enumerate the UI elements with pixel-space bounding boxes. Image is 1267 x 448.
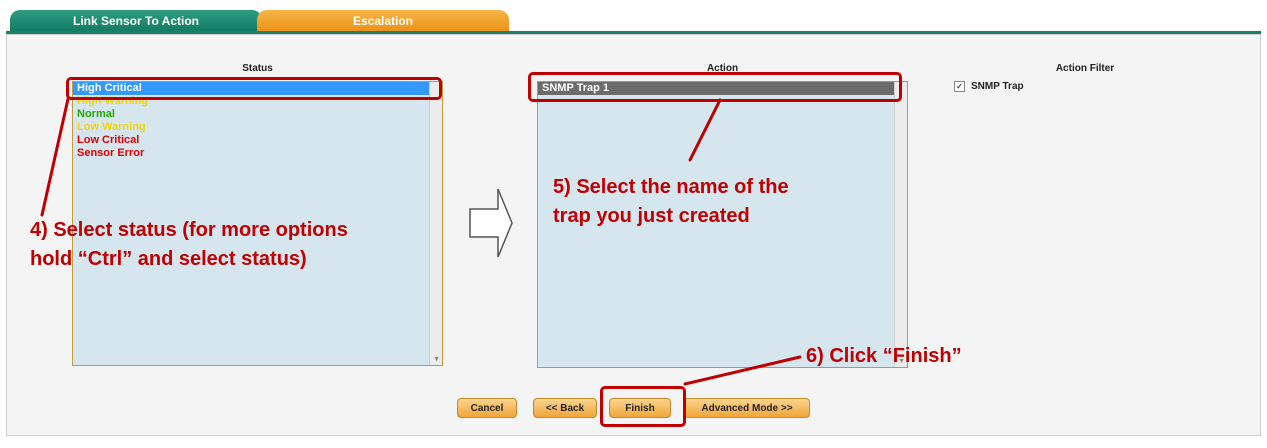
annotation-step-5: 5) Select the name of the trap you just … xyxy=(553,173,789,231)
annotation-step-5-line-1: 5) Select the name of the xyxy=(553,176,789,198)
annotation-step-5-line-2: trap you just created xyxy=(553,205,750,227)
annotation-step-4-line-2: hold “Ctrl” and select status) xyxy=(30,248,307,270)
annotation-step-4-line-1: 4) Select status (for more options xyxy=(30,219,348,241)
annotation-step-4: 4) Select status (for more options hold … xyxy=(30,216,348,274)
annotation-step-6: 6) Click “Finish” xyxy=(806,345,962,367)
